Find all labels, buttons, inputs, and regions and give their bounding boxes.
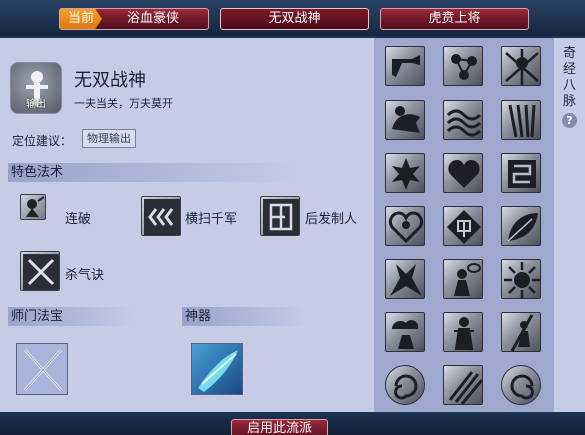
tab-yuxue-haoxia[interactable]: 当前 浴血豪侠 [59,8,209,30]
spiky-warrior-icon[interactable] [501,46,541,86]
standing-warrior-icon[interactable] [443,312,483,352]
explosion-icon[interactable] [385,259,425,299]
swirl-orb-alt-icon[interactable] [501,365,541,405]
current-tag: 当前 [60,9,102,29]
school-description: 一夫当关，万夫莫开 [74,97,173,110]
heart-knot-icon[interactable] [385,206,425,246]
claw-slash-icon[interactable] [501,100,541,140]
square-glyph-icon[interactable] [501,153,541,193]
cloud-warrior-icon[interactable] [385,312,425,352]
sunburst-icon[interactable] [501,259,541,299]
charging-rider-icon[interactable] [385,100,425,140]
spear-figure-icon[interactable] [501,312,541,352]
school-avatar: 输出 [10,62,62,114]
enable-school-button[interactable]: 启用此流派 [231,419,328,435]
warrior-strike-icon[interactable] [20,194,46,220]
treasure-header: 师门法宝 [8,307,133,326]
triple-blade-icon[interactable] [443,365,483,405]
heart-shield-icon[interactable] [443,153,483,193]
skill-name-houfa: 后发制人 [305,212,358,227]
skill-name-shaqi: 杀气诀 [65,268,105,283]
role-badge: 物理输出 [82,129,136,148]
artifact-header: 神器 [182,307,307,326]
scatter-dots-icon[interactable] [443,46,483,86]
crossed-blades-icon[interactable] [16,343,68,395]
burst-fist-icon[interactable] [385,153,425,193]
qijing-label: 奇经八脉 [562,46,576,109]
leaf-blade-icon[interactable] [501,206,541,246]
qijing-panel: 奇经八脉 ? [554,38,585,412]
special-skills-header: 特色法术 [8,163,298,182]
tab-label: 浴血豪侠 [126,11,179,26]
skill-name-lianpo: 连破 [65,212,92,227]
triple-chevron-icon[interactable] [141,196,181,236]
role-label: 定位建议： [12,134,73,148]
crossed-swords-icon[interactable] [20,251,60,291]
school-name: 无双战神 [74,70,146,91]
figure-thought-icon[interactable] [443,259,483,299]
skill-name-hengsao: 横扫千军 [185,212,238,227]
wave-icon[interactable] [443,100,483,140]
avatar-caption: 输出 [26,99,46,110]
tab-label: 无双战神 [268,11,321,26]
hammer-icon[interactable] [385,46,425,86]
counter-glyph-icon[interactable] [260,196,300,236]
courage-seal-icon[interactable] [443,206,483,246]
school-selection-window: { "tabs": [ {"label": "浴血豪侠", "current_l… [0,0,585,435]
dragon-blade-icon[interactable] [191,343,243,395]
help-icon[interactable]: ? [562,113,577,128]
tab-label: 虎贲上将 [428,11,481,26]
swirl-orb-icon[interactable] [385,365,425,405]
tab-wushuang-zhanshen[interactable]: 无双战神 [220,8,369,30]
tab-huben-shangjiang[interactable]: 虎贲上将 [380,8,529,30]
